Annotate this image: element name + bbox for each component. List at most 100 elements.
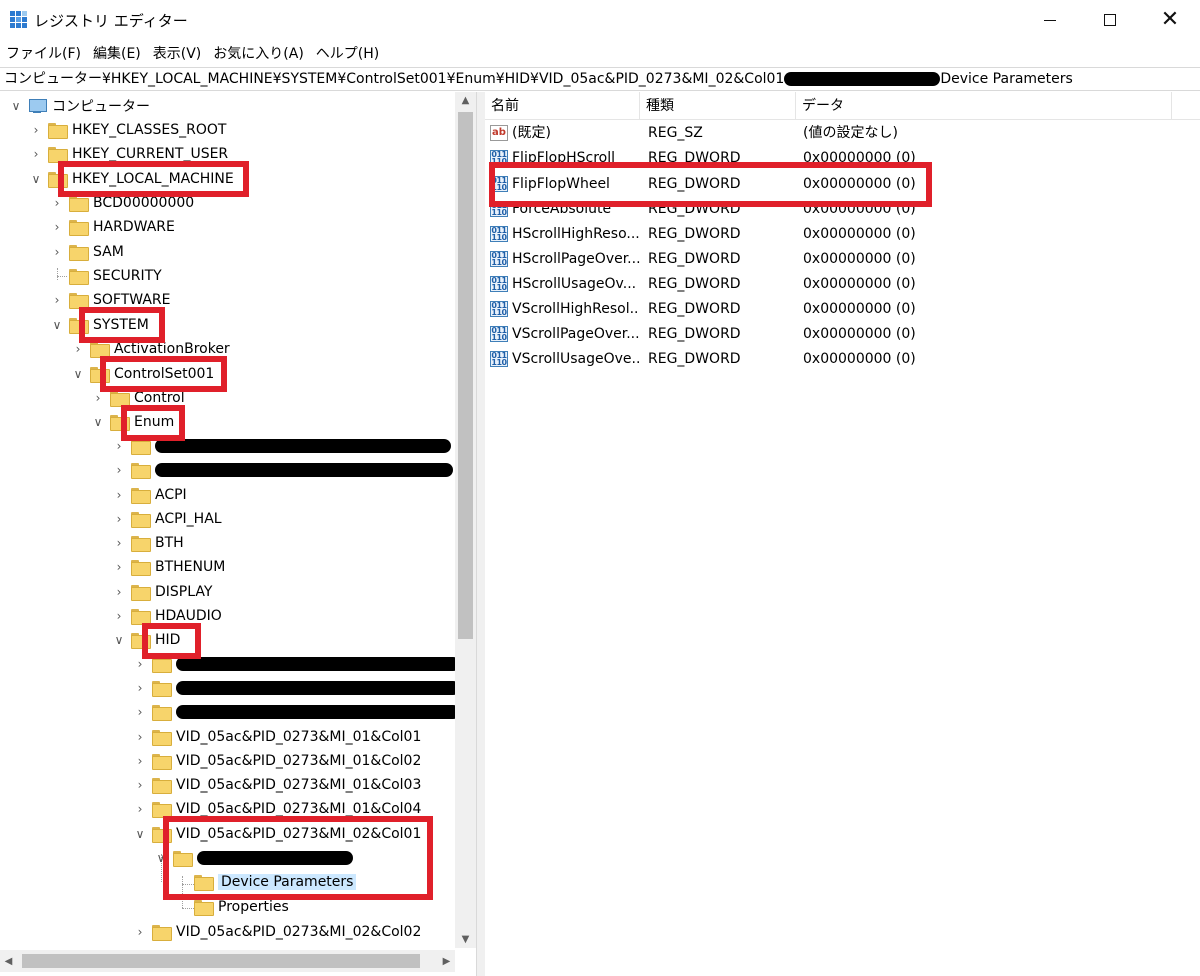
chevron-right-icon[interactable]: › bbox=[113, 507, 125, 531]
chevron-right-icon[interactable]: › bbox=[30, 142, 42, 166]
scroll-thumb[interactable] bbox=[22, 954, 420, 968]
tree-item-vid-mi01-col03[interactable]: › VID_05ac&PID_0273&MI_01&Col03 bbox=[134, 773, 421, 797]
menu-edit[interactable]: 編集(E) bbox=[93, 43, 141, 63]
value-row[interactable]: 011 110 VScrollUsageOve... REG_DWORD 0x0… bbox=[485, 347, 1200, 372]
value-row[interactable]: 011 110 VScrollPageOver... REG_DWORD 0x0… bbox=[485, 322, 1200, 347]
folder-icon bbox=[152, 681, 172, 697]
chevron-right-icon[interactable]: › bbox=[113, 555, 125, 579]
highlight-box bbox=[121, 405, 185, 441]
tree-item-redacted[interactable]: › bbox=[134, 676, 460, 700]
value-row[interactable]: ab (既定) REG_SZ (値の設定なし) bbox=[485, 121, 1200, 146]
tree-item-security[interactable]: SECURITY bbox=[51, 264, 162, 288]
tree-item-sam[interactable]: › SAM bbox=[51, 240, 124, 264]
redacted-block bbox=[176, 657, 460, 671]
menu-view[interactable]: 表示(V) bbox=[153, 43, 202, 63]
value-row[interactable]: 011 110 HScrollUsageOv... REG_DWORD 0x00… bbox=[485, 272, 1200, 297]
value-name: (既定) bbox=[512, 125, 551, 141]
tree-item-computer[interactable]: ∨ コンピューター bbox=[10, 94, 150, 118]
dword-value-icon: 011 110 bbox=[490, 351, 508, 367]
chevron-down-icon[interactable]: ∨ bbox=[92, 410, 104, 434]
minimize-button[interactable] bbox=[1020, 0, 1080, 40]
tree-item-redacted[interactable]: › bbox=[134, 700, 460, 724]
maximize-button[interactable] bbox=[1080, 0, 1140, 40]
column-header-name[interactable]: 名前 bbox=[485, 92, 640, 120]
scroll-thumb[interactable] bbox=[458, 112, 473, 639]
address-path-prefix: コンピューター¥HKEY_LOCAL_MACHINE¥SYSTEM¥Contro… bbox=[4, 71, 785, 87]
chevron-right-icon[interactable]: › bbox=[134, 700, 146, 724]
column-header-data[interactable]: データ bbox=[796, 92, 1172, 120]
chevron-right-icon[interactable]: › bbox=[134, 725, 146, 749]
chevron-right-icon[interactable]: › bbox=[30, 118, 42, 142]
chevron-right-icon[interactable]: › bbox=[113, 531, 125, 555]
chevron-right-icon[interactable]: › bbox=[134, 773, 146, 797]
chevron-down-icon[interactable]: ∨ bbox=[30, 167, 42, 191]
chevron-down-icon[interactable]: ∨ bbox=[113, 628, 125, 652]
folder-icon bbox=[131, 439, 151, 455]
column-header-type[interactable]: 種類 bbox=[640, 92, 796, 120]
value-row[interactable]: 011 110 HScrollHighReso... REG_DWORD 0x0… bbox=[485, 222, 1200, 247]
tree-item-vid-mi01-col02[interactable]: › VID_05ac&PID_0273&MI_01&Col02 bbox=[134, 749, 421, 773]
value-type: REG_DWORD bbox=[648, 226, 741, 242]
tree-item-hardware[interactable]: › HARDWARE bbox=[51, 215, 175, 239]
tree-item-hkcr[interactable]: › HKEY_CLASSES_ROOT bbox=[30, 118, 226, 142]
tree-horizontal-scrollbar[interactable]: ◀ ▶ bbox=[0, 950, 455, 972]
values-header: 名前 種類 データ bbox=[485, 92, 1200, 120]
redacted-block bbox=[176, 705, 460, 719]
menu-favorites[interactable]: お気に入り(A) bbox=[213, 43, 304, 63]
tree-item-label: HKEY_CURRENT_USER bbox=[72, 146, 229, 162]
tree-item-bth[interactable]: › BTH bbox=[113, 531, 184, 555]
tree-vertical-scrollbar[interactable]: ▲ ▼ bbox=[455, 92, 476, 948]
value-name: VScrollPageOver... bbox=[512, 326, 640, 342]
tree-item-bthenum[interactable]: › BTHENUM bbox=[113, 555, 225, 579]
chevron-down-icon[interactable]: ∨ bbox=[72, 362, 84, 386]
chevron-down-icon[interactable]: ∨ bbox=[51, 313, 63, 337]
value-row[interactable]: 011 110 HScrollPageOver... REG_DWORD 0x0… bbox=[485, 247, 1200, 272]
tree-item-acpi-hal[interactable]: › ACPI_HAL bbox=[113, 507, 222, 531]
tree-item-vid-mi02-col02[interactable]: › VID_05ac&PID_0273&MI_02&Col02 bbox=[134, 920, 421, 944]
scroll-left-icon[interactable]: ◀ bbox=[0, 950, 17, 972]
folder-icon bbox=[194, 900, 214, 916]
highlight-box bbox=[489, 162, 932, 207]
scroll-right-icon[interactable]: ▶ bbox=[438, 950, 455, 972]
highlight-box bbox=[79, 307, 165, 343]
redacted-block bbox=[155, 439, 451, 453]
menu-help[interactable]: ヘルプ(H) bbox=[316, 43, 379, 63]
chevron-right-icon[interactable]: › bbox=[51, 288, 63, 312]
chevron-right-icon[interactable]: › bbox=[51, 215, 63, 239]
redacted-block bbox=[784, 72, 941, 86]
scroll-up-icon[interactable]: ▲ bbox=[455, 92, 476, 109]
chevron-down-icon[interactable]: ∨ bbox=[10, 94, 22, 118]
chevron-right-icon[interactable]: › bbox=[113, 483, 125, 507]
scroll-down-icon[interactable]: ▼ bbox=[455, 931, 476, 948]
tree-item-redacted[interactable]: › bbox=[113, 458, 453, 482]
chevron-right-icon[interactable]: › bbox=[113, 458, 125, 482]
chevron-right-icon[interactable]: › bbox=[51, 240, 63, 264]
chevron-right-icon[interactable]: › bbox=[113, 580, 125, 604]
dword-value-icon: 011 110 bbox=[490, 251, 508, 267]
value-row[interactable]: 011 110 VScrollHighResol... REG_DWORD 0x… bbox=[485, 297, 1200, 322]
close-button[interactable]: ✕ bbox=[1140, 0, 1200, 40]
chevron-right-icon[interactable]: › bbox=[134, 920, 146, 944]
value-data: 0x00000000 (0) bbox=[803, 276, 916, 292]
tree-item-label: BTH bbox=[155, 535, 184, 551]
value-type: REG_DWORD bbox=[648, 251, 741, 267]
address-bar[interactable]: コンピューター¥HKEY_LOCAL_MACHINE¥SYSTEM¥Contro… bbox=[0, 67, 1200, 91]
highlight-box bbox=[163, 816, 433, 900]
chevron-right-icon[interactable]: › bbox=[113, 604, 125, 628]
tree-item-acpi[interactable]: › ACPI bbox=[113, 483, 187, 507]
menu-file[interactable]: ファイル(F) bbox=[6, 43, 81, 63]
tree-item-vid-mi01-col01[interactable]: › VID_05ac&PID_0273&MI_01&Col01 bbox=[134, 725, 421, 749]
chevron-right-icon[interactable]: › bbox=[134, 749, 146, 773]
tree-item-label: VID_05ac&PID_0273&MI_01&Col04 bbox=[176, 801, 422, 817]
dword-value-icon: 011 110 bbox=[490, 276, 508, 292]
chevron-down-icon[interactable]: ∨ bbox=[134, 822, 146, 846]
folder-icon bbox=[69, 269, 89, 285]
value-name: VScrollHighResol... bbox=[512, 301, 640, 317]
tree-item-label: SECURITY bbox=[93, 268, 162, 284]
value-data: 0x00000000 (0) bbox=[803, 326, 916, 342]
pane-splitter[interactable] bbox=[477, 92, 485, 976]
chevron-right-icon[interactable]: › bbox=[134, 797, 146, 821]
tree-item-display[interactable]: › DISPLAY bbox=[113, 580, 212, 604]
chevron-right-icon[interactable]: › bbox=[134, 676, 146, 700]
